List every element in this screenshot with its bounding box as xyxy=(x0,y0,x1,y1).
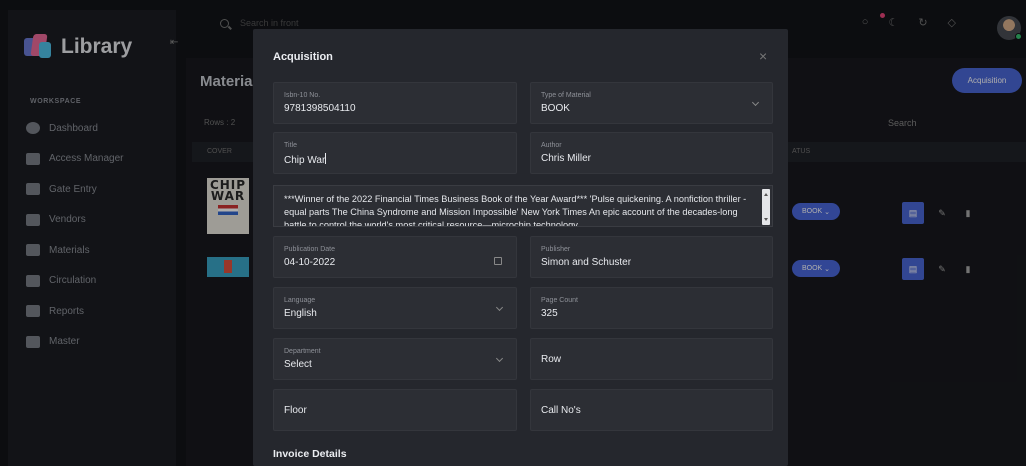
invoice-details-heading: Invoice Details xyxy=(273,448,347,460)
chevron-down-icon xyxy=(495,303,504,312)
department-select[interactable]: Department Select xyxy=(273,338,517,380)
language-select[interactable]: Language English xyxy=(273,287,517,329)
publication-date-field[interactable]: Publication Date 04-10-2022 xyxy=(273,236,517,278)
scrollbar[interactable] xyxy=(762,189,770,225)
close-icon[interactable]: × xyxy=(759,48,767,64)
description-textarea[interactable]: ***Winner of the 2022 Financial Times Bu… xyxy=(273,185,773,227)
material-type-select[interactable]: Type of Material BOOK xyxy=(530,82,773,124)
floor-field[interactable]: Floor xyxy=(273,389,517,431)
call-no-field[interactable]: Call No's xyxy=(530,389,773,431)
chevron-down-icon xyxy=(751,98,760,107)
modal-title: Acquisition xyxy=(273,51,333,63)
title-field[interactable]: Title Chip War xyxy=(273,132,517,174)
chevron-down-icon xyxy=(495,354,504,363)
isbn-field[interactable]: Isbn-10 No. 9781398504110 xyxy=(273,82,517,124)
author-field[interactable]: Author Chris Miller xyxy=(530,132,773,174)
calendar-icon[interactable] xyxy=(494,257,502,265)
row-field[interactable]: Row xyxy=(530,338,773,380)
page-count-field[interactable]: Page Count 325 xyxy=(530,287,773,329)
publisher-field[interactable]: Publisher Simon and Schuster xyxy=(530,236,773,278)
acquisition-modal: Acquisition × Isbn-10 No. 9781398504110 … xyxy=(253,29,788,466)
